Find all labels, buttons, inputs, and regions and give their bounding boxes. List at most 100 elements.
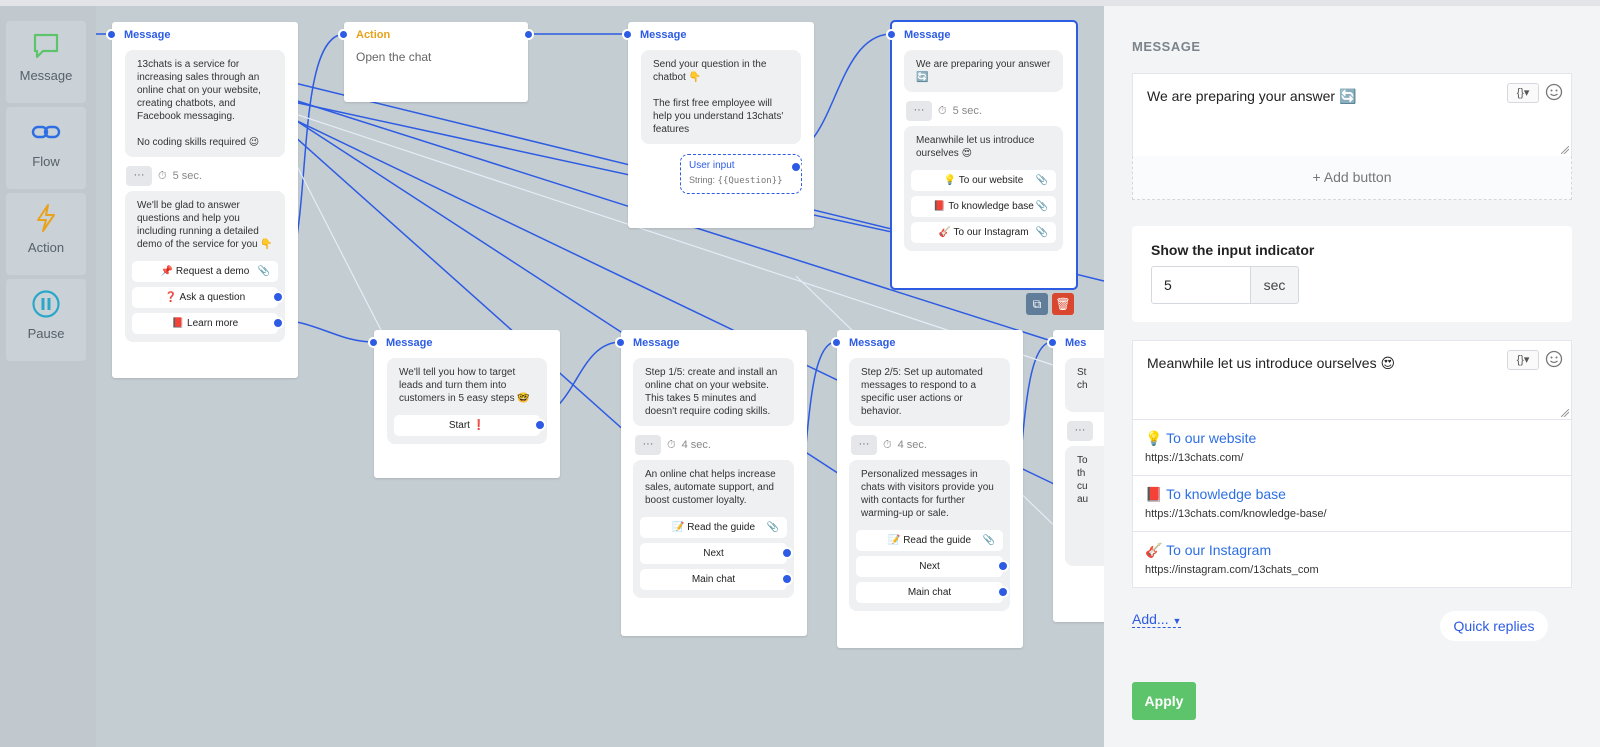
link-name: 💡 To our website — [1145, 430, 1256, 447]
emoji-icon[interactable] — [1545, 350, 1563, 368]
link-url: https://13chats.com/ — [1145, 452, 1244, 464]
node-button-next[interactable]: Next — [640, 543, 793, 564]
message-node-question[interactable]: Message Send your question in the chatbo… — [622, 22, 814, 228]
input-connector[interactable] — [615, 337, 626, 348]
resize-grip-icon[interactable] — [1561, 146, 1569, 154]
more-icon[interactable]: ··· — [851, 435, 877, 455]
tool-action[interactable]: Action — [6, 193, 86, 275]
link-emoji: 📕 — [1145, 486, 1163, 502]
link-name: 🎸 To our Instagram — [1145, 542, 1271, 559]
add-menu-dropdown[interactable]: Add... ▼ — [1132, 611, 1182, 628]
timer-icon: ⏱ — [158, 169, 167, 182]
node-title: Message — [904, 29, 951, 41]
tool-pause[interactable]: Pause — [6, 279, 86, 361]
indicator-seconds-input[interactable]: 5 — [1151, 266, 1251, 304]
output-connector[interactable] — [781, 547, 793, 559]
add-button[interactable]: + Add button — [1132, 156, 1572, 200]
input-connector[interactable] — [106, 29, 117, 40]
link-button-website[interactable]: 💡 To our website https://13chats.com/ — [1132, 420, 1572, 476]
input-connector[interactable] — [622, 29, 633, 40]
output-connector[interactable] — [997, 560, 1009, 572]
node-button-learn-more[interactable]: 📕 Learn more — [132, 313, 284, 334]
more-icon[interactable]: ··· — [1067, 421, 1093, 441]
output-connector[interactable] — [272, 317, 284, 329]
message-textarea-1[interactable]: We are preparing your answer 🔄 {}▾ — [1132, 73, 1572, 157]
more-icon[interactable]: ··· — [635, 435, 661, 455]
link-button-instagram[interactable]: 🎸 To our Instagram https://instagram.com… — [1132, 532, 1572, 588]
node-button-website[interactable]: 💡 To our website 📎 — [911, 170, 1056, 191]
output-connector[interactable] — [272, 291, 284, 303]
node-button-next[interactable]: Next — [856, 556, 1009, 577]
node-title: Message — [640, 29, 687, 41]
paperclip-icon: 📎 — [257, 266, 270, 277]
variables-dropdown[interactable]: {}▾ — [1507, 83, 1539, 103]
more-icon[interactable]: ··· — [906, 101, 932, 121]
delay-row: ··· ⏱ 5 sec. — [126, 165, 298, 187]
input-connector[interactable] — [368, 337, 379, 348]
input-connector[interactable] — [831, 337, 842, 348]
link-emoji: 💡 — [1145, 430, 1163, 446]
tool-action-label: Action — [27, 240, 65, 255]
link-url: https://instagram.com/13chats_com — [1145, 564, 1319, 576]
message-node-step2[interactable]: Message Step 2/5: Set up automated messa… — [831, 330, 1023, 648]
button-label: 📝 Read the guide — [671, 522, 756, 533]
indicator-unit: sec — [1250, 266, 1299, 304]
delay-row: ··· — [1067, 420, 1104, 442]
message-textarea-2[interactable]: Meanwhile let us introduce ourselves 😍 {… — [1132, 340, 1572, 420]
link-button-knowledge-base[interactable]: 📕 To knowledge base https://13chats.com/… — [1132, 476, 1572, 532]
message-text-2: Personalized messages in chats with visi… — [861, 469, 994, 519]
tool-message[interactable]: Message — [6, 21, 86, 103]
button-list: Meanwhile let us introduce ourselves 😍 💡… — [904, 126, 1063, 251]
input-connector[interactable] — [338, 29, 349, 40]
quick-replies-button[interactable]: Quick replies — [1440, 611, 1548, 641]
link-label: To our Instagram — [1166, 542, 1272, 558]
tool-flow[interactable]: Flow — [6, 107, 86, 189]
node-button-knowledge-base[interactable]: 📕 To knowledge base 📎 — [911, 196, 1056, 217]
variables-dropdown[interactable]: {}▾ — [1507, 350, 1539, 370]
node-button-ask-question[interactable]: ❓ Ask a question — [132, 287, 284, 308]
user-input-block[interactable]: User input String: {{Question}} — [680, 154, 802, 194]
action-node-open-chat[interactable]: Action Open the chat — [338, 22, 534, 102]
node-button-main-chat[interactable]: Main chat — [856, 582, 1009, 603]
input-connector[interactable] — [1047, 337, 1058, 348]
delete-node-icon[interactable]: 🗑 — [1052, 293, 1074, 315]
node-button-read-guide[interactable]: 📝 Read the guide 📎 — [640, 517, 787, 538]
input-connector[interactable] — [886, 29, 897, 40]
node-button-main-chat[interactable]: Main chat — [640, 569, 793, 590]
message-node-steps[interactable]: Message We'll tell you how to target lea… — [368, 330, 560, 478]
message-node-step1[interactable]: Message Step 1/5: create and install an … — [615, 330, 807, 636]
delay-value: 5 sec. — [172, 170, 202, 182]
node-button-request-demo[interactable]: 📌 Request a demo 📎 — [132, 261, 278, 282]
emoji-icon[interactable] — [1545, 83, 1563, 101]
output-connector[interactable] — [781, 573, 793, 585]
output-connector[interactable] — [790, 161, 802, 173]
message-text: We'll tell you how to target leads and t… — [399, 367, 530, 404]
output-connector[interactable] — [997, 586, 1009, 598]
message-node-preparing[interactable]: Message We are preparing your answer 🔄 ·… — [886, 20, 1078, 290]
button-list: We'll be glad to answer questions and he… — [125, 191, 285, 342]
user-input-type: String: {{Question}} — [689, 175, 793, 186]
node-button-start[interactable]: Start ❗ — [394, 415, 546, 436]
tool-message-label: Message — [19, 68, 73, 83]
apply-button[interactable]: Apply — [1132, 682, 1196, 720]
message-node-step3-partial[interactable]: Mes St ch ··· To th cu au — [1047, 330, 1104, 622]
add-menu-label: Add... — [1132, 611, 1169, 627]
chat-bubble-icon — [33, 33, 59, 59]
flow-canvas[interactable]: Message 13chats is a service for increas… — [96, 6, 1104, 747]
output-connector[interactable] — [523, 29, 534, 40]
lightning-icon — [37, 204, 55, 232]
paperclip-icon: 📎 — [766, 522, 779, 533]
resize-grip-icon[interactable] — [1561, 409, 1569, 417]
panel-title: MESSAGE — [1132, 39, 1201, 54]
delay-value: 5 sec. — [952, 105, 982, 117]
node-button-instagram[interactable]: 🎸 To our Instagram 📎 — [911, 222, 1056, 243]
copy-node-icon[interactable]: ⧉ — [1026, 293, 1048, 315]
more-icon[interactable]: ··· — [126, 166, 152, 186]
link-label: To knowledge base — [1166, 486, 1286, 502]
paperclip-icon: 📎 — [982, 535, 995, 546]
node-button-read-guide[interactable]: 📝 Read the guide 📎 — [856, 530, 1003, 551]
button-list: An online chat helps increase sales, aut… — [633, 460, 794, 598]
wire-n1-n7 — [265, 100, 917, 525]
output-connector[interactable] — [534, 419, 546, 431]
message-node-intro[interactable]: Message 13chats is a service for increas… — [106, 22, 298, 378]
